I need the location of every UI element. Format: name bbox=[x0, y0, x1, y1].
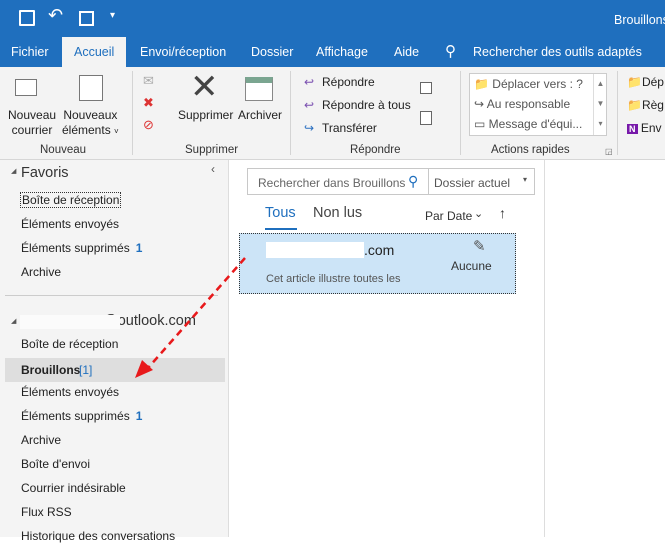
arrow-line bbox=[147, 257, 246, 369]
drag-arrow-annotation bbox=[135, 257, 246, 378]
arrow-head bbox=[135, 360, 153, 378]
